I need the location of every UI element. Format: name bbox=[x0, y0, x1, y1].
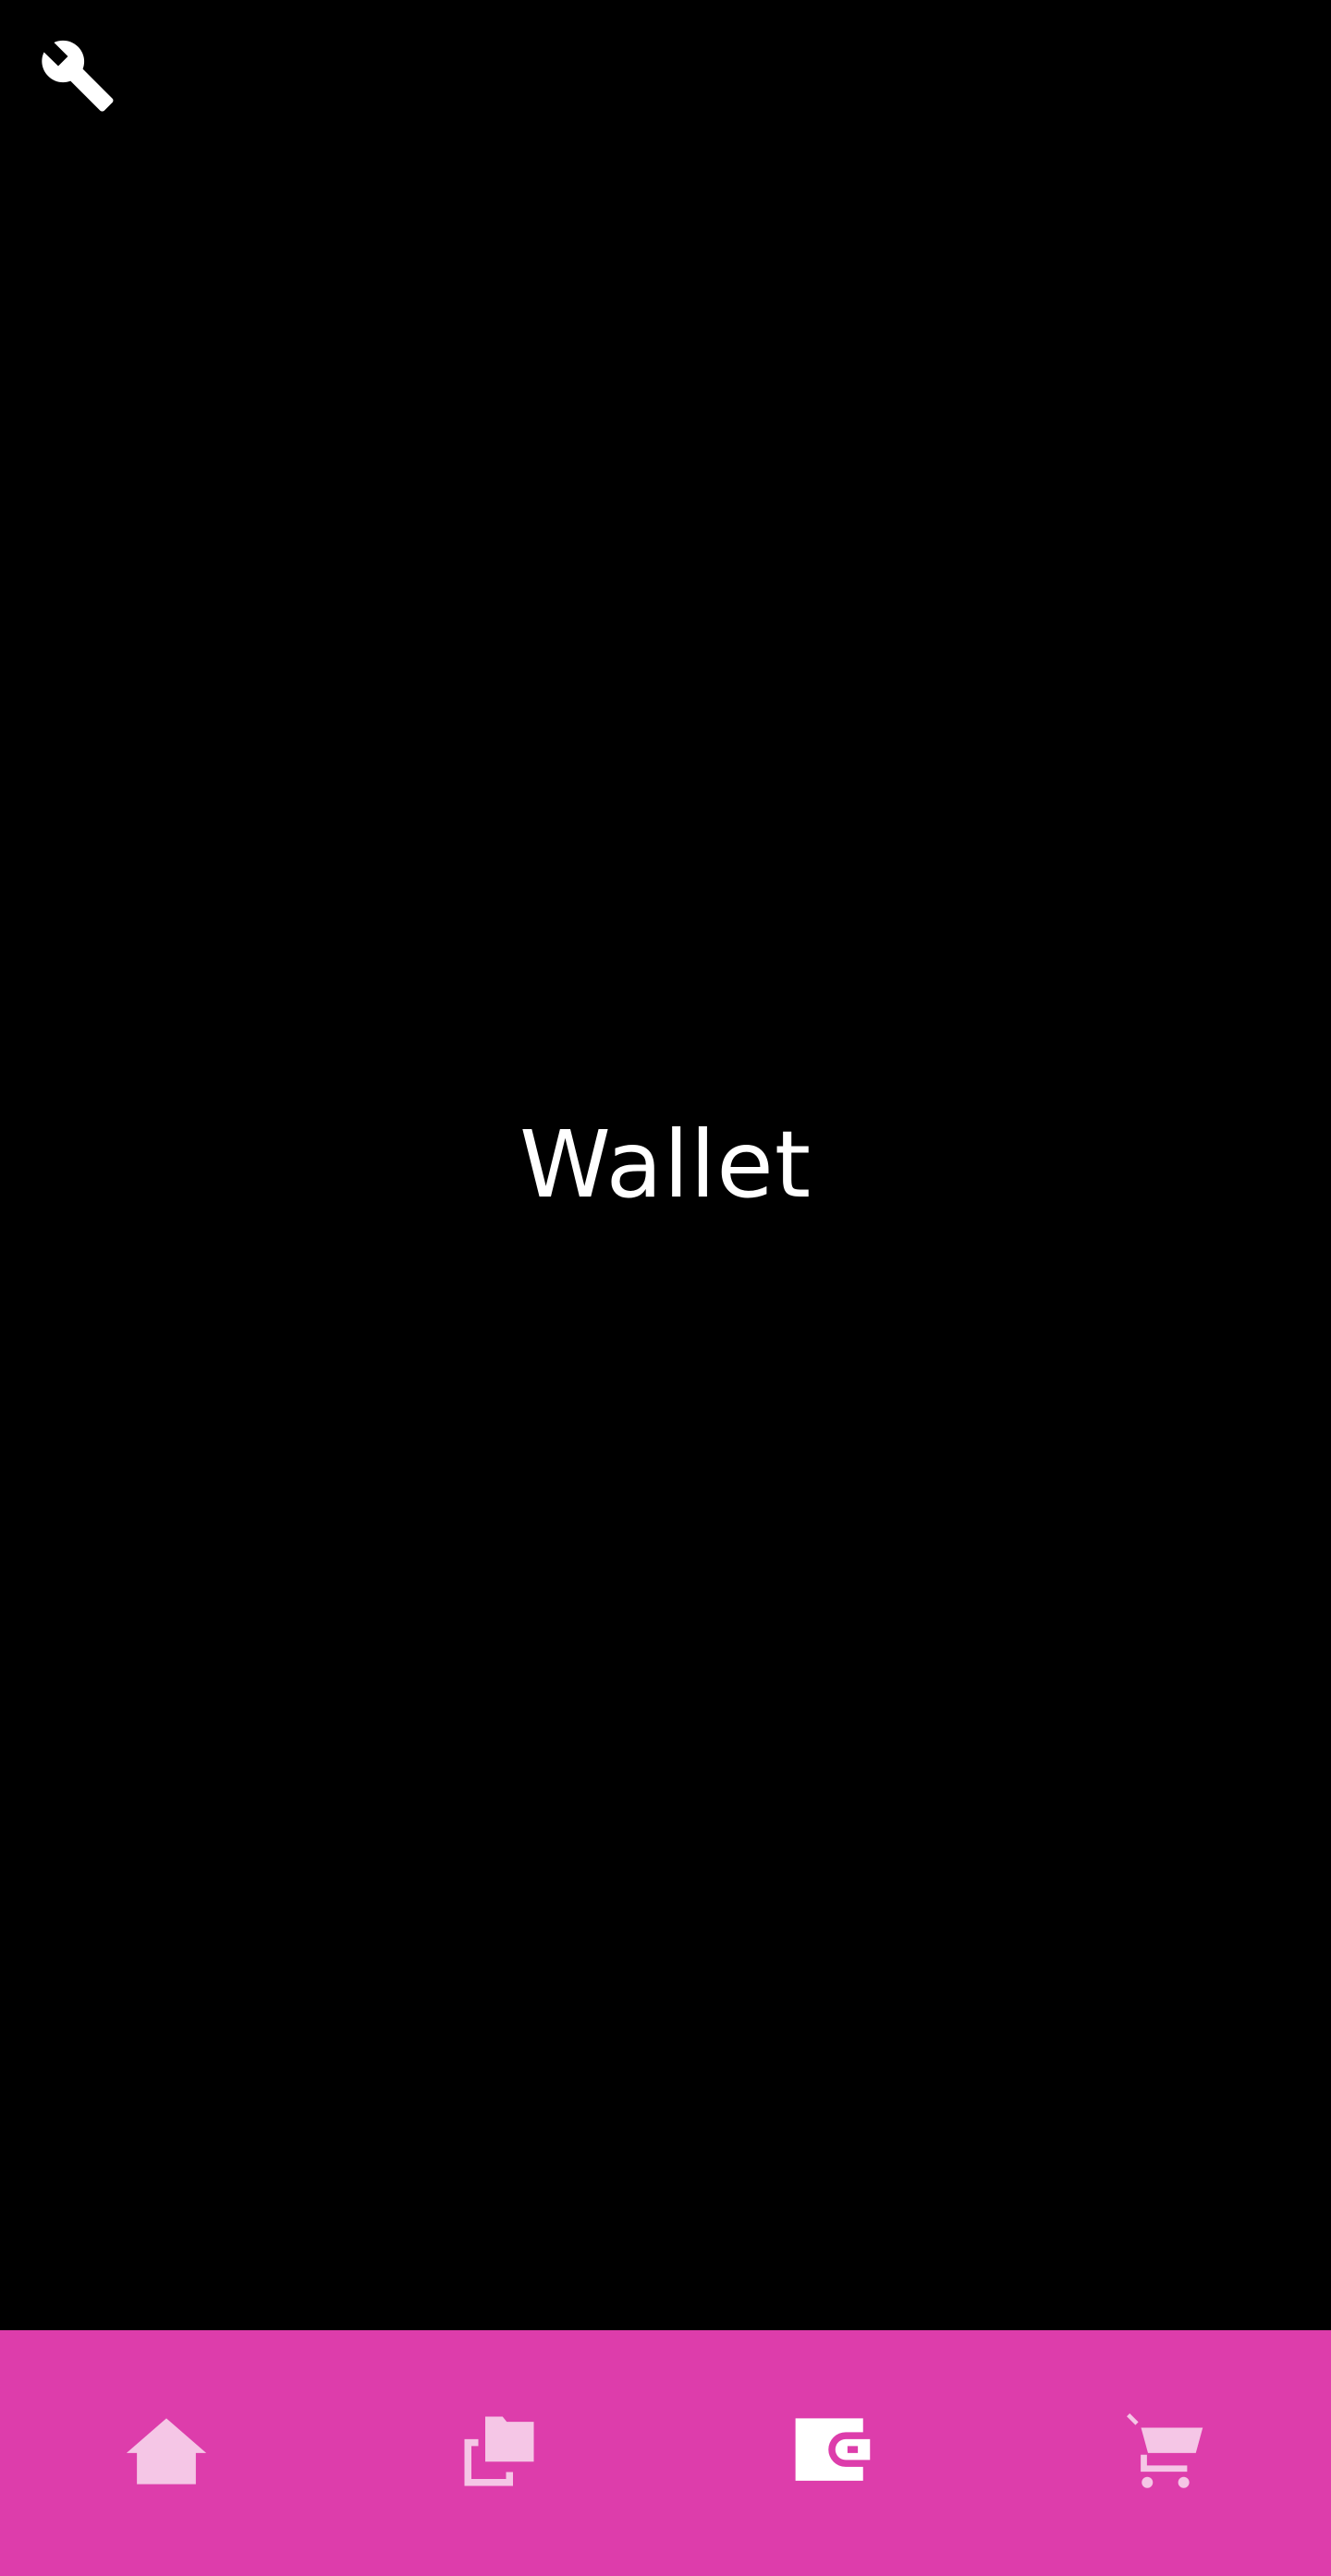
nav-item-folders[interactable] bbox=[333, 2330, 666, 2576]
wrench-icon bbox=[39, 37, 116, 118]
bottom-navigation bbox=[0, 2330, 1331, 2576]
home-icon bbox=[125, 2410, 208, 2497]
nav-item-cart[interactable] bbox=[998, 2330, 1331, 2576]
settings-button[interactable] bbox=[31, 31, 124, 124]
nav-item-wallet[interactable] bbox=[666, 2330, 998, 2576]
nav-item-home[interactable] bbox=[0, 2330, 333, 2576]
app-screen: Wallet bbox=[0, 0, 1331, 2576]
folders-icon bbox=[458, 2410, 541, 2497]
cart-icon bbox=[1123, 2410, 1206, 2497]
wallet-icon bbox=[790, 2410, 873, 2497]
page-title: Wallet bbox=[519, 1111, 812, 1219]
